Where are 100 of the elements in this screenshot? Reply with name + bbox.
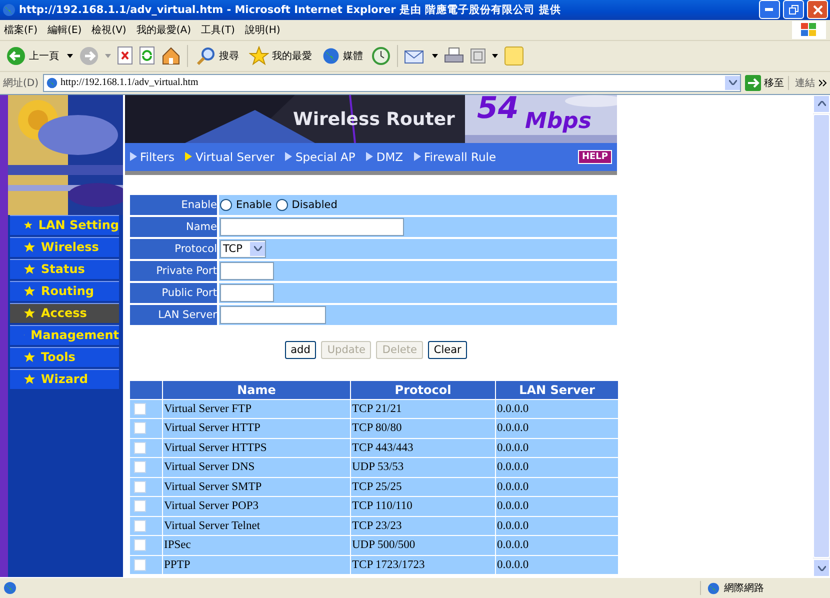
field-label: Protocol: [130, 238, 217, 259]
close-icon: [812, 4, 822, 15]
input-field[interactable]: [220, 284, 274, 302]
row-checkbox[interactable]: [134, 442, 146, 454]
sidebar-item[interactable]: Management: [10, 324, 119, 345]
sidebar-item[interactable]: Status: [10, 258, 119, 279]
row-checkbox[interactable]: [134, 500, 146, 512]
forward-icon[interactable]: [79, 46, 99, 66]
sidebar-item[interactable]: Routing: [10, 280, 119, 301]
field-label: Public Port: [130, 282, 217, 303]
row-checkbox[interactable]: [134, 558, 146, 571]
menu-item[interactable]: 檔案(F): [4, 22, 38, 37]
scroll-down-icon[interactable]: [813, 559, 830, 578]
close-button[interactable]: [807, 0, 828, 20]
table-cell: TCP 25/25: [351, 478, 495, 496]
help-button[interactable]: HELP: [578, 150, 612, 164]
row-checkbox[interactable]: [134, 480, 146, 493]
caret-icon[interactable]: [492, 54, 498, 58]
edit-icon[interactable]: [470, 48, 486, 64]
refresh-icon[interactable]: [139, 46, 155, 66]
sidebar-item[interactable]: Wireless: [10, 236, 119, 257]
column-header: Name: [163, 380, 350, 399]
table-cell: 0.0.0.0: [496, 536, 618, 555]
address-field[interactable]: http://192.168.1.1/adv_virtual.htm: [42, 74, 741, 92]
triangle-icon: [366, 152, 374, 162]
sidebar-item[interactable]: Access: [10, 302, 119, 323]
protocol-select[interactable]: TCP: [220, 240, 266, 258]
search-button[interactable]: 搜尋: [194, 44, 241, 67]
go-button[interactable]: 移至: [745, 74, 784, 91]
nav-tab[interactable]: Firewall Rule: [414, 150, 496, 164]
field-label: Private Port: [130, 260, 217, 281]
triangle-icon: [414, 152, 421, 162]
column-header: LAN Server: [496, 380, 618, 399]
history-icon[interactable]: [371, 46, 391, 66]
radio-button[interactable]: [220, 198, 232, 211]
nav-tab[interactable]: Filters: [130, 150, 174, 164]
table-cell: TCP 443/443: [351, 438, 495, 458]
nav-tab[interactable]: Special AP: [285, 150, 356, 164]
nav-tab[interactable]: Virtual Server: [185, 150, 274, 164]
field-label: LAN Server: [130, 304, 217, 325]
table-cell: TCP 1723/1723: [351, 556, 495, 574]
chevron-icon[interactable]: [819, 78, 827, 87]
back-button[interactable]: 上一頁: [4, 44, 61, 67]
input-field[interactable]: [220, 218, 404, 236]
row-checkbox[interactable]: [134, 422, 146, 434]
favorites-button[interactable]: 我的最愛: [247, 44, 314, 67]
note-icon[interactable]: [504, 46, 524, 66]
minimize-button[interactable]: [759, 0, 780, 20]
table-cell: 0.0.0.0: [496, 556, 618, 574]
speed-unit: Mbps: [525, 108, 592, 134]
status-zone: 網際網路: [724, 582, 764, 596]
globe-icon: [707, 582, 720, 595]
column-header: Protocol: [351, 380, 495, 399]
table-cell: 0.0.0.0: [496, 497, 618, 516]
form-button[interactable]: add: [284, 340, 316, 359]
caret-icon[interactable]: [432, 54, 438, 58]
table-cell: TCP 23/23: [351, 516, 495, 536]
table-cell: 0.0.0.0: [496, 516, 618, 536]
sidebar-item[interactable]: LAN Setting: [10, 214, 119, 235]
input-field[interactable]: [220, 262, 274, 280]
menu-item[interactable]: 工具(T): [201, 22, 235, 37]
table-cell: 0.0.0.0: [496, 438, 618, 458]
page-icon: [3, 581, 17, 596]
sidebar-item[interactable]: Tools: [10, 346, 119, 367]
field-label: Enable: [130, 194, 217, 215]
menu-item[interactable]: 檢視(V): [92, 22, 126, 37]
caret-icon[interactable]: [67, 54, 73, 58]
radio-label: Enable: [236, 198, 272, 211]
sidebar-item[interactable]: Wizard: [10, 368, 119, 389]
row-checkbox[interactable]: [134, 520, 146, 532]
menu-item[interactable]: 我的最愛(A): [136, 22, 191, 37]
input-field[interactable]: [220, 306, 326, 324]
windows-flag-icon: [792, 20, 826, 39]
table-cell: Virtual Server DNS: [163, 458, 350, 477]
table-cell: TCP 21/21: [351, 400, 495, 418]
menu-item[interactable]: 說明(H): [244, 22, 280, 37]
menu-item[interactable]: 編輯(E): [48, 22, 82, 37]
table-cell: TCP 110/110: [351, 497, 495, 516]
restore-button[interactable]: [783, 0, 804, 20]
radio-label: Disabled: [292, 198, 338, 211]
table-cell: 0.0.0.0: [496, 458, 618, 477]
table-cell: PPTP: [163, 556, 350, 574]
links-button[interactable]: 連結: [788, 76, 815, 90]
triangle-icon: [130, 152, 137, 162]
restore-icon: [788, 4, 798, 15]
minimize-icon: [765, 8, 774, 12]
search-icon: [196, 46, 216, 66]
radio-button[interactable]: [276, 198, 288, 211]
home-icon[interactable]: [161, 46, 181, 66]
scroll-up-icon[interactable]: [813, 94, 830, 113]
row-checkbox[interactable]: [134, 461, 146, 474]
row-checkbox[interactable]: [134, 402, 146, 415]
globe-icon: [322, 46, 340, 65]
stop-icon[interactable]: [117, 46, 133, 66]
nav-tab[interactable]: DMZ: [366, 150, 403, 164]
form-button[interactable]: Clear: [428, 340, 468, 359]
media-button[interactable]: 媒體: [320, 46, 365, 66]
row-checkbox[interactable]: [134, 539, 146, 552]
triangle-icon: [185, 152, 192, 162]
triangle-icon: [285, 152, 292, 162]
